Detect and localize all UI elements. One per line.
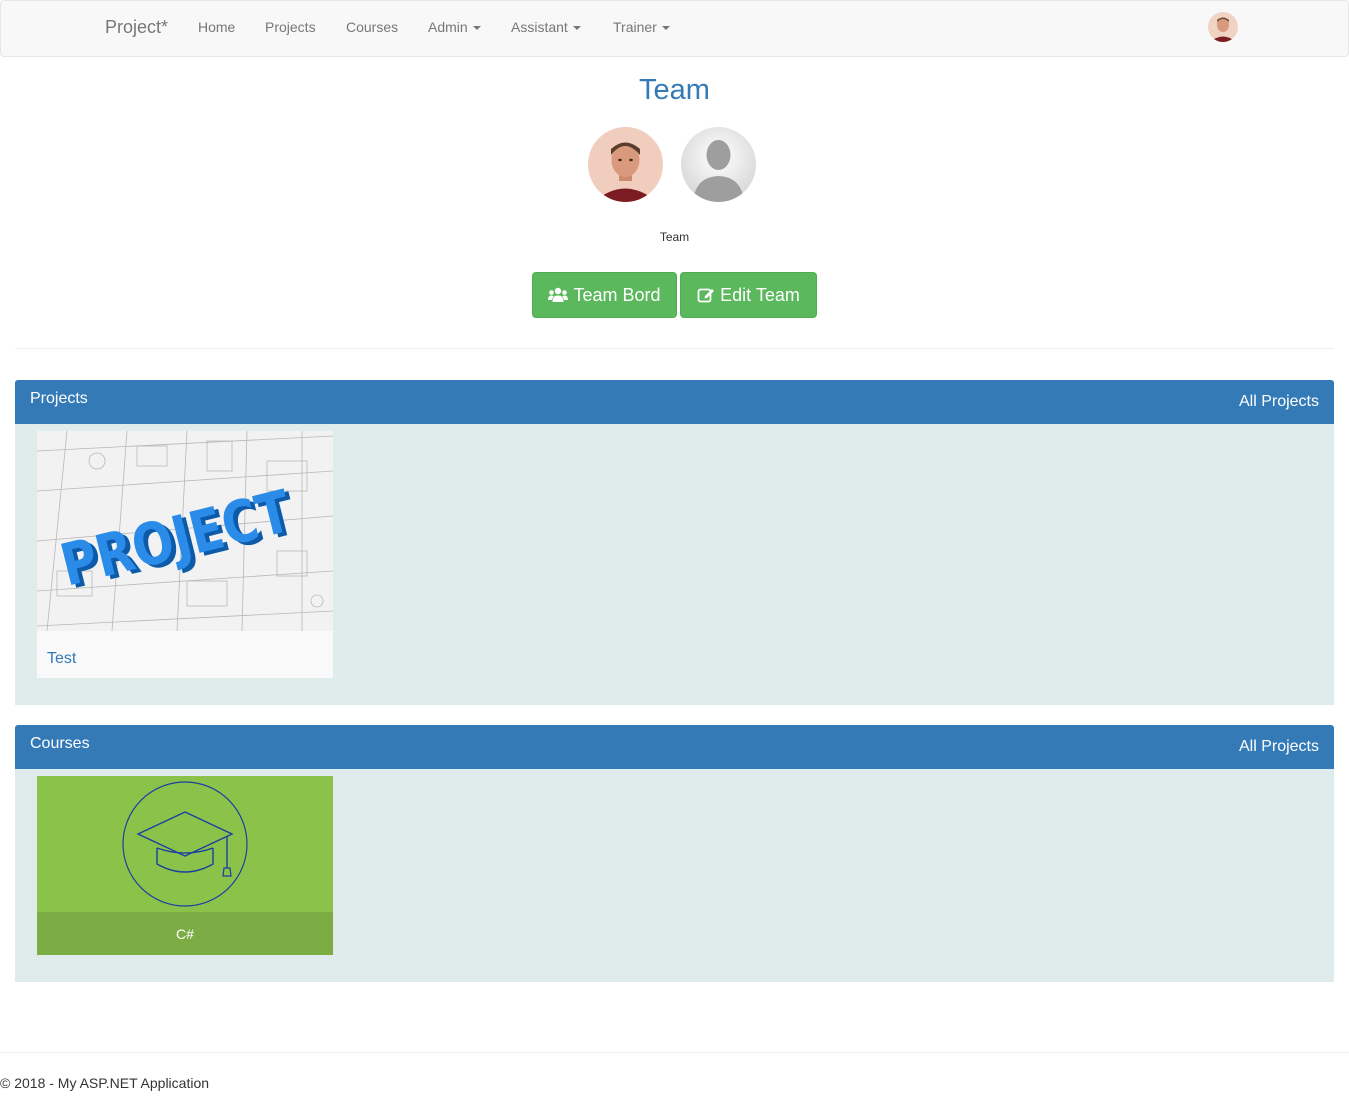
edit-team-button[interactable]: Edit Team xyxy=(680,272,817,318)
courses-panel-title: Courses xyxy=(30,735,90,752)
course-card[interactable]: C# xyxy=(37,776,333,955)
projects-panel-title: Projects xyxy=(30,390,88,407)
team-board-label: Team Bord xyxy=(573,284,661,305)
nav-home[interactable]: Home xyxy=(198,19,235,35)
graduation-cap-icon xyxy=(122,781,248,907)
caret-down-icon xyxy=(661,26,670,31)
nav-admin-dropdown[interactable]: Admin xyxy=(428,19,481,35)
courses-panel-header: Courses All Projects xyxy=(15,725,1334,769)
users-icon xyxy=(548,287,569,302)
caret-down-icon xyxy=(572,26,581,31)
edit-team-label: Edit Team xyxy=(720,284,800,305)
nav-admin-label: Admin xyxy=(428,19,468,35)
nav-trainer-label: Trainer xyxy=(613,19,657,35)
divider xyxy=(15,348,1334,349)
edit-icon xyxy=(697,288,715,303)
all-courses-link[interactable]: All Projects xyxy=(1239,738,1319,756)
projects-panel-header: Projects All Projects xyxy=(15,380,1334,424)
footer-copyright: © 2018 - My ASP.NET Application xyxy=(0,1075,210,1091)
footer-divider xyxy=(0,1052,1349,1053)
member-photo-icon[interactable] xyxy=(588,127,663,202)
team-board-button[interactable]: Team Bord xyxy=(532,272,677,318)
nav-projects[interactable]: Projects xyxy=(265,19,316,35)
course-name[interactable]: C# xyxy=(37,912,333,955)
nav-assistant-dropdown[interactable]: Assistant xyxy=(511,19,581,35)
default-user-silhouette-icon[interactable] xyxy=(681,127,756,202)
project-name-link[interactable]: Test xyxy=(47,650,76,668)
user-avatar-icon[interactable] xyxy=(1208,12,1238,42)
nav-trainer-dropdown[interactable]: Trainer xyxy=(613,19,670,35)
team-caption: Team xyxy=(659,230,690,244)
project-thumbnail[interactable]: PROJECT PROJECT xyxy=(37,431,333,631)
top-navbar: Project* Home Projects Courses Admin Ass… xyxy=(0,0,1349,57)
nav-assistant-label: Assistant xyxy=(511,19,568,35)
nav-courses[interactable]: Courses xyxy=(346,19,398,35)
all-projects-link[interactable]: All Projects xyxy=(1239,393,1319,411)
project-card[interactable]: PROJECT PROJECT Test xyxy=(37,431,333,678)
brand-link[interactable]: Project* xyxy=(105,17,168,38)
caret-down-icon xyxy=(472,26,481,31)
page-title: Team xyxy=(639,74,710,106)
